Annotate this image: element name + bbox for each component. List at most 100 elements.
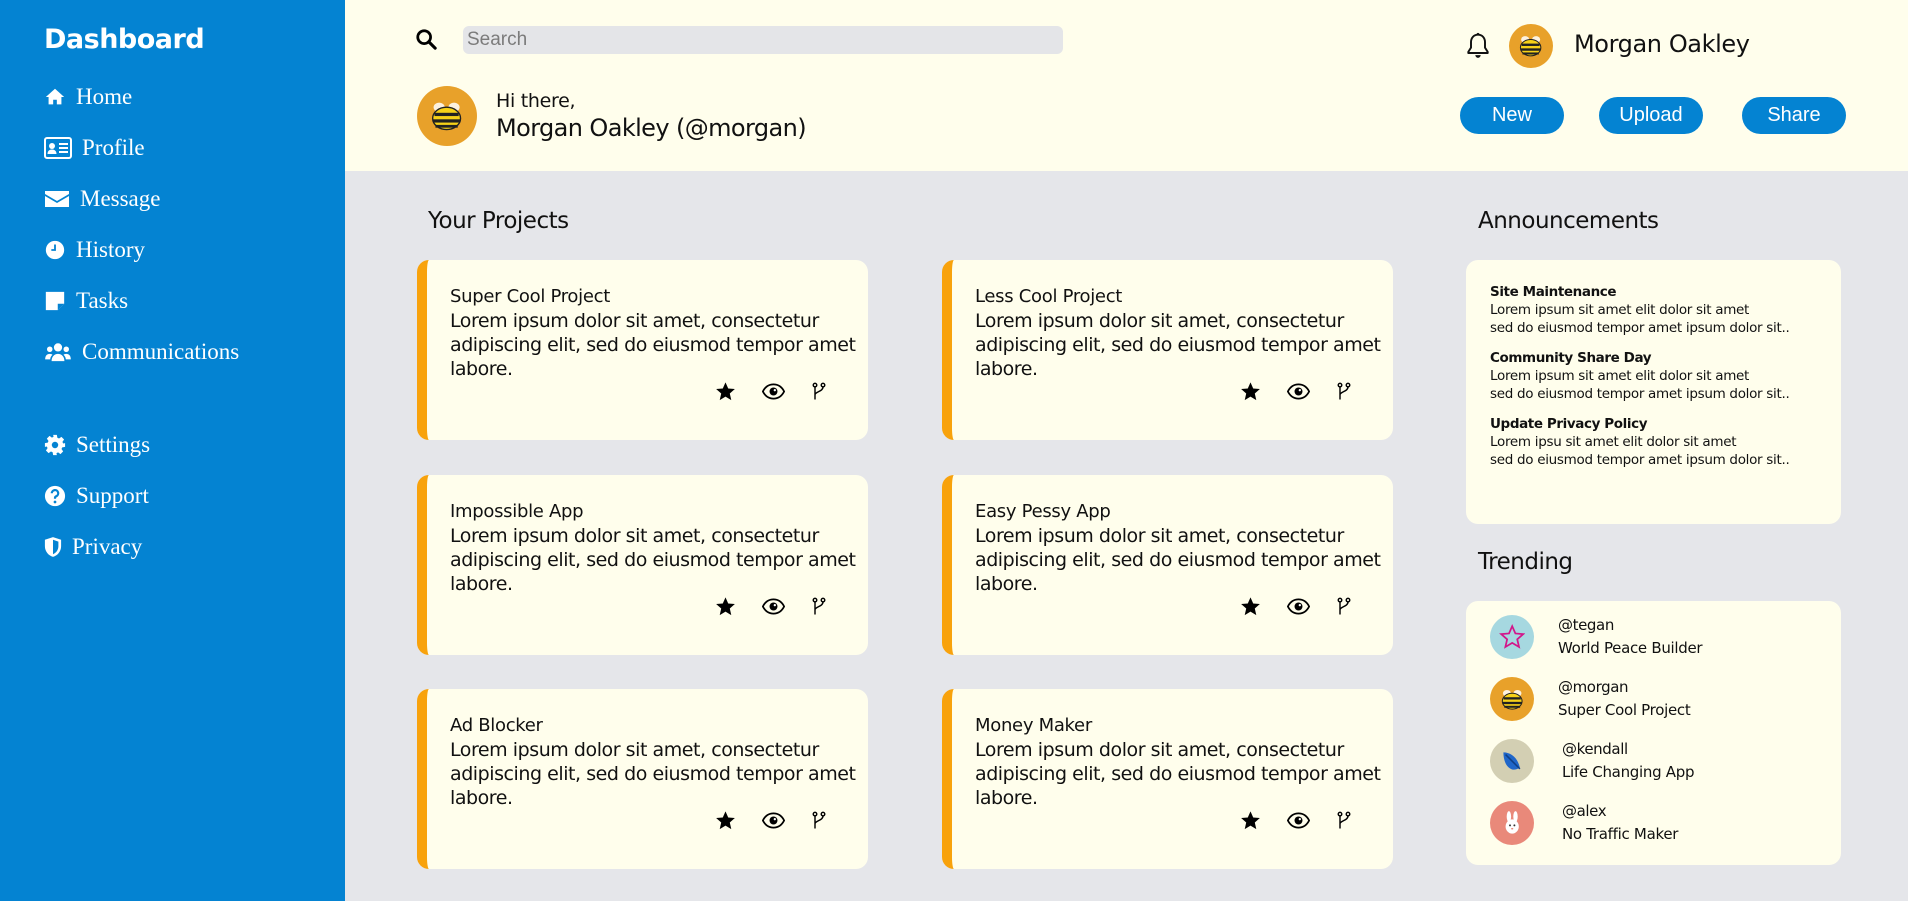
sidebar-item-history[interactable]: History bbox=[44, 237, 145, 263]
clock-icon bbox=[45, 240, 65, 260]
eye-icon[interactable] bbox=[762, 596, 785, 617]
feather-icon bbox=[1503, 752, 1521, 770]
announcement-body: sed do eiusmod tempor amet ipsum dolor s… bbox=[1490, 452, 1790, 468]
eye-icon[interactable] bbox=[762, 810, 785, 831]
sidebar-item-message[interactable]: Message bbox=[44, 186, 160, 212]
sidebar-item-settings[interactable]: Settings bbox=[44, 432, 150, 458]
project-card[interactable]: Impossible App Lorem ipsum dolor sit amet… bbox=[417, 475, 868, 655]
star-icon[interactable] bbox=[1240, 596, 1261, 617]
project-card[interactable]: Less Cool Project Lorem ipsum dolor sit a… bbox=[942, 260, 1393, 440]
gear-icon bbox=[44, 434, 66, 456]
fork-icon[interactable] bbox=[811, 381, 827, 402]
greeting-avatar bbox=[417, 86, 477, 146]
project-card[interactable]: Ad Blocker Lorem ipsum dolor sit amet, co… bbox=[417, 689, 868, 869]
project-description: Lorem ipsum dolor sit amet, consectetur … bbox=[450, 739, 856, 809]
sidebar-item-label: Settings bbox=[76, 432, 151, 457]
search-input[interactable] bbox=[463, 26, 1063, 54]
bell-icon[interactable] bbox=[1465, 32, 1491, 60]
eye-icon[interactable] bbox=[1287, 810, 1310, 831]
sticky-note-icon bbox=[45, 291, 65, 311]
sidebar-item-communications[interactable]: Communications bbox=[44, 339, 239, 365]
home-icon bbox=[45, 88, 65, 105]
star-icon[interactable] bbox=[1240, 810, 1261, 831]
fork-icon[interactable] bbox=[1336, 596, 1352, 617]
announcement-title: Site Maintenance bbox=[1490, 284, 1617, 300]
fork-icon[interactable] bbox=[811, 810, 827, 831]
sidebar-item-profile[interactable]: Profile bbox=[44, 135, 145, 161]
avatar[interactable] bbox=[1509, 24, 1553, 68]
announcement-body: sed do eiusmod tempor amet ipsum dolor s… bbox=[1490, 320, 1790, 336]
project-card[interactable]: Super Cool Project Lorem ipsum dolor sit … bbox=[417, 260, 868, 440]
announcement-title: Community Share Day bbox=[1490, 350, 1652, 366]
sidebar-item-privacy[interactable]: Privacy bbox=[44, 534, 142, 560]
upload-button[interactable]: Upload bbox=[1599, 97, 1703, 134]
eye-icon[interactable] bbox=[762, 381, 785, 402]
avatar bbox=[1490, 801, 1534, 845]
user-name[interactable]: Morgan Oakley bbox=[1574, 30, 1750, 58]
sidebar-item-label: Tasks bbox=[76, 288, 129, 313]
project-actions bbox=[715, 810, 827, 831]
envelope-icon bbox=[45, 191, 69, 207]
sidebar-item-tasks[interactable]: Tasks bbox=[44, 288, 128, 314]
avatar bbox=[1490, 677, 1534, 721]
trending-item[interactable]: @alex No Traffic Maker bbox=[1490, 801, 1678, 845]
sidebar-item-home[interactable]: Home bbox=[44, 84, 132, 110]
sidebar-item-label: Support bbox=[76, 483, 149, 508]
question-circle-icon bbox=[44, 485, 66, 507]
rabbit-icon bbox=[1505, 810, 1519, 834]
project-title: Ad Blocker bbox=[450, 715, 543, 736]
announcement-body: Lorem ipsum sit amet elit dolor sit amet bbox=[1490, 368, 1750, 384]
avatar bbox=[1490, 615, 1534, 659]
new-button[interactable]: New bbox=[1460, 97, 1564, 134]
trending-handle: @tegan bbox=[1558, 616, 1614, 634]
star-icon[interactable] bbox=[715, 596, 736, 617]
announcement-item[interactable]: Site Maintenance Lorem ipsum sit amet el… bbox=[1490, 284, 1790, 337]
fork-icon[interactable] bbox=[1336, 381, 1352, 402]
project-title: Less Cool Project bbox=[975, 286, 1123, 307]
eye-icon[interactable] bbox=[1287, 596, 1310, 617]
announcement-body: Lorem ipsu sit amet elit dolor sit amet bbox=[1490, 434, 1737, 450]
project-actions bbox=[1240, 810, 1352, 831]
header: Morgan Oakley Hi there, Morgan Oakley (@… bbox=[345, 0, 1908, 171]
trending-item[interactable]: @tegan World Peace Builder bbox=[1490, 615, 1703, 659]
bee-icon bbox=[432, 102, 462, 131]
fork-icon[interactable] bbox=[811, 596, 827, 617]
trending-item[interactable]: @morgan Super Cool Project bbox=[1490, 677, 1691, 721]
sidebar-item-support[interactable]: Support bbox=[44, 483, 149, 509]
sidebar-item-label: Message bbox=[80, 186, 161, 211]
star-icon[interactable] bbox=[715, 381, 736, 402]
eye-icon[interactable] bbox=[1287, 381, 1310, 402]
bee-icon bbox=[1520, 36, 1542, 57]
trending-title: Trending bbox=[1478, 549, 1573, 575]
project-card[interactable]: Money Maker Lorem ipsum dolor sit amet, c… bbox=[942, 689, 1393, 869]
announcement-item[interactable]: Community Share Day Lorem ipsum sit amet… bbox=[1490, 350, 1790, 403]
trending-project: No Traffic Maker bbox=[1562, 825, 1679, 843]
star-icon[interactable] bbox=[1240, 381, 1261, 402]
project-title: Super Cool Project bbox=[450, 286, 610, 307]
announcements-panel: Site Maintenance Lorem ipsum sit amet el… bbox=[1466, 260, 1841, 524]
project-title: Money Maker bbox=[975, 715, 1092, 736]
trending-project: World Peace Builder bbox=[1558, 639, 1703, 657]
announcement-title: Update Privacy Policy bbox=[1490, 416, 1648, 432]
fork-icon[interactable] bbox=[1336, 810, 1352, 831]
sidebar-item-label: Communications bbox=[82, 339, 240, 364]
project-actions bbox=[715, 381, 827, 402]
search-icon[interactable] bbox=[415, 28, 437, 50]
trending-handle: @kendall bbox=[1562, 740, 1628, 758]
project-description: Lorem ipsum dolor sit amet, consectetur … bbox=[450, 310, 856, 380]
share-button[interactable]: Share bbox=[1742, 97, 1846, 134]
greeting-user-name: Morgan Oakley (@morgan) bbox=[496, 114, 807, 142]
id-card-icon bbox=[44, 137, 72, 159]
bee-icon bbox=[1501, 689, 1523, 710]
project-title: Impossible App bbox=[450, 501, 584, 522]
announcement-item[interactable]: Update Privacy Policy Lorem ipsu sit ame… bbox=[1490, 416, 1790, 469]
trending-project: Super Cool Project bbox=[1558, 701, 1691, 719]
trending-item[interactable]: @kendall Life Changing App bbox=[1490, 739, 1694, 783]
project-card[interactable]: Easy Pessy App Lorem ipsum dolor sit amet… bbox=[942, 475, 1393, 655]
sidebar-item-label: Privacy bbox=[72, 534, 143, 559]
star-icon[interactable] bbox=[715, 810, 736, 831]
announcements-title: Announcements bbox=[1478, 208, 1659, 234]
projects-title: Your Projects bbox=[428, 208, 569, 234]
trending-handle: @morgan bbox=[1558, 678, 1629, 696]
star-icon bbox=[1498, 623, 1526, 649]
